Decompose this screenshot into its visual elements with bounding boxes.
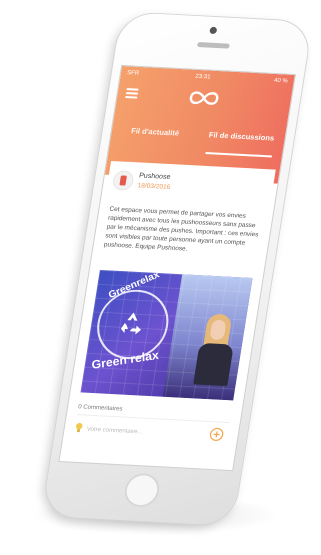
phone-icon: [119, 175, 127, 186]
camera-icon: [209, 26, 218, 35]
post-date: 18/03/2016: [136, 182, 171, 191]
post-body: Cet espace vous permet de partager vos e…: [103, 205, 259, 253]
post-card: Pushoose 18/03/2016 Cet espace vous perm…: [64, 160, 276, 466]
battery-label: 40 %: [273, 77, 289, 85]
recycle-icon: [120, 312, 142, 335]
carrier-label: SFR: [126, 70, 140, 77]
tab-fil-discussions[interactable]: Fil de discussions: [198, 130, 286, 143]
tab-fil-actualite[interactable]: Fil d'actualité: [111, 125, 199, 138]
lightbulb-icon: [75, 423, 83, 433]
hamburger-menu-icon[interactable]: [125, 88, 139, 99]
add-circle-icon[interactable]: [208, 427, 224, 442]
tab-bar: Fil d'actualité Fil de discussions: [108, 117, 286, 162]
home-button[interactable]: [122, 472, 162, 508]
divider: [76, 414, 230, 424]
speaker-grille: [196, 42, 230, 49]
person-body: [193, 342, 234, 387]
app-screen: SFR 23:31 40 % Fil d'actualité Fil de di…: [59, 65, 295, 471]
post-image[interactable]: Greenrelax Green relax: [80, 269, 253, 401]
active-tab-indicator: [205, 151, 272, 158]
comments-count[interactable]: 0 Commentaires: [78, 404, 123, 412]
stage: SFR 23:31 40 % Fil d'actualité Fil de di…: [0, 0, 321, 555]
phone-mockup: SFR 23:31 40 % Fil d'actualité Fil de di…: [41, 12, 313, 526]
status-bar: SFR 23:31 40 %: [126, 70, 289, 88]
infinity-logo-icon: [189, 91, 219, 105]
avatar: [112, 171, 134, 190]
post-author[interactable]: Pushoose: [139, 172, 171, 181]
comment-input[interactable]: [85, 424, 209, 441]
time-label: 23:31: [194, 73, 211, 81]
